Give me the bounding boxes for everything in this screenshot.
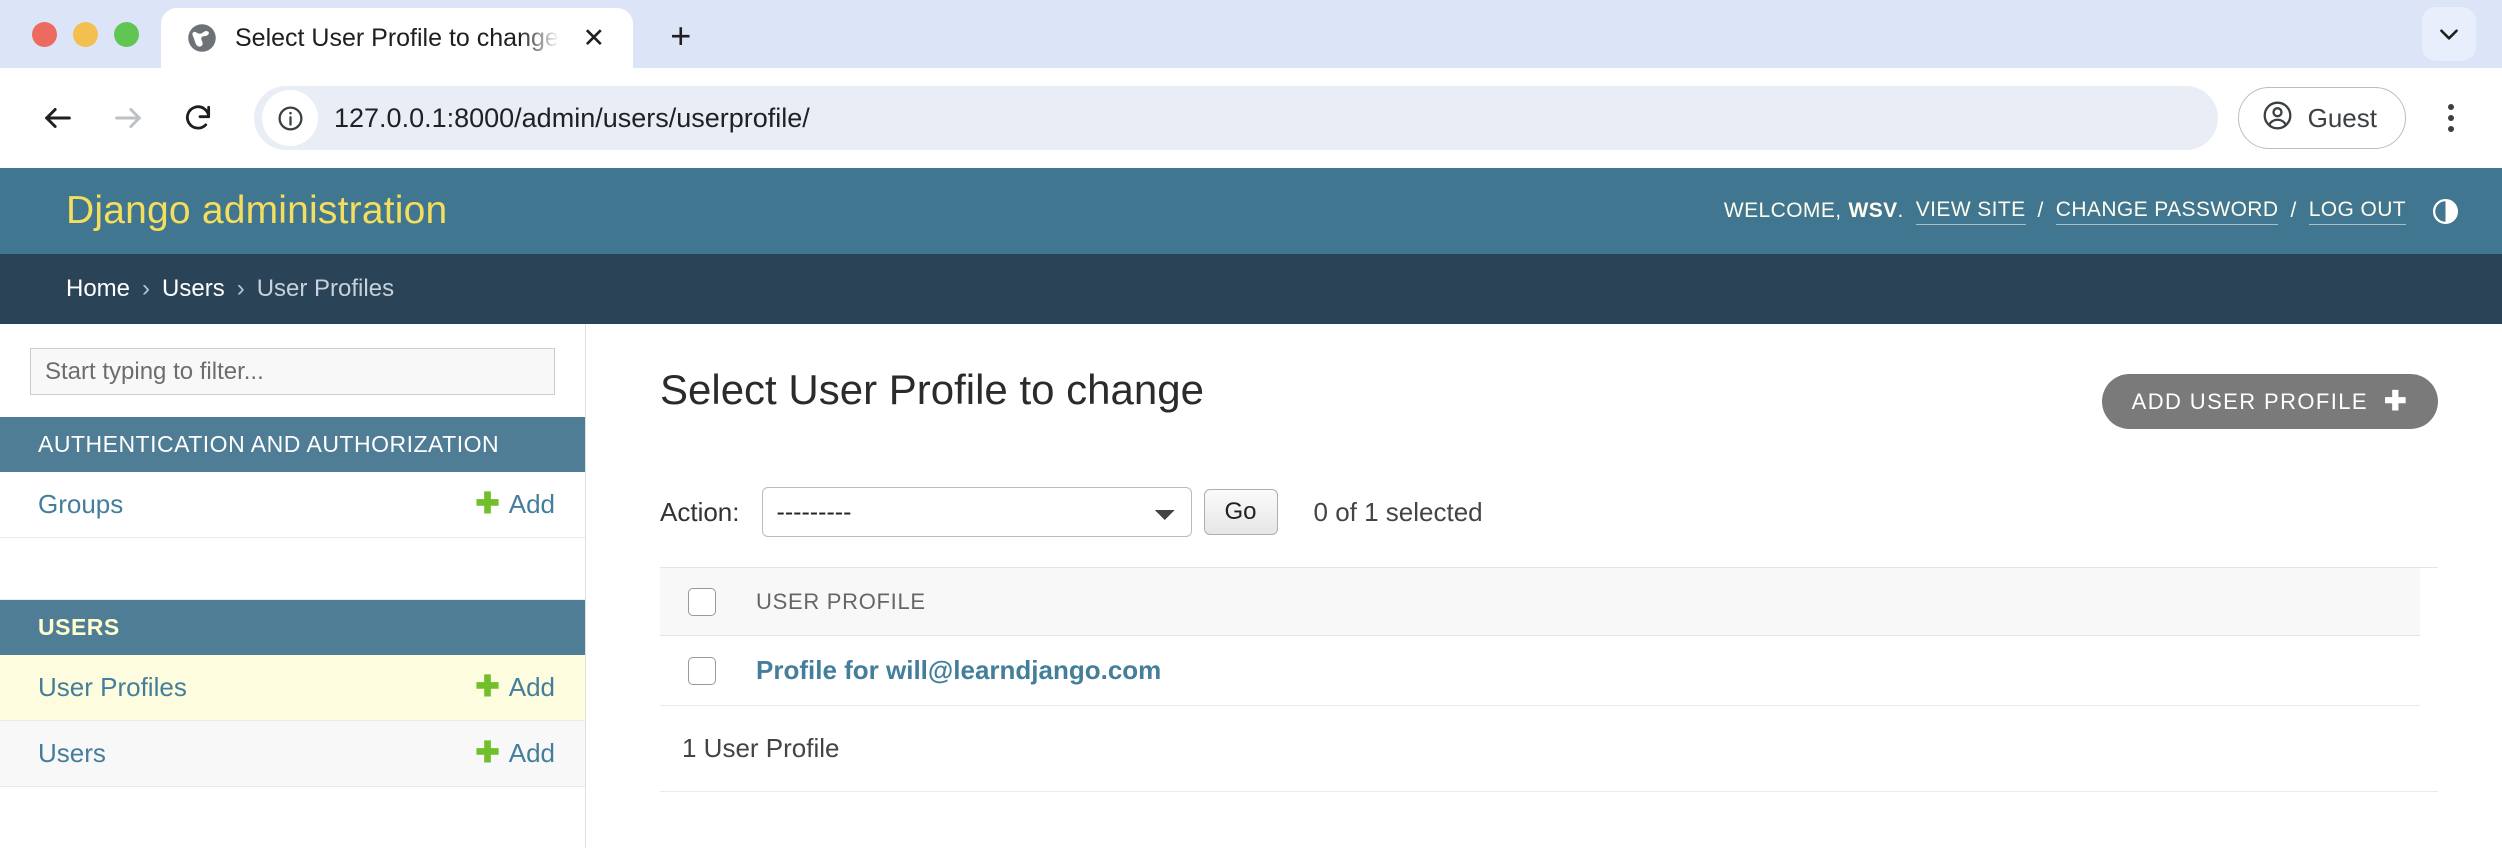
breadcrumb-separator-2: › xyxy=(236,275,245,302)
results-table: USER PROFILE Profile for will@learndjang… xyxy=(660,567,2438,792)
site-branding[interactable]: Django administration xyxy=(66,189,447,233)
sidebar-item-users[interactable]: Users ✚ Add xyxy=(0,721,585,787)
action-select[interactable]: --------- xyxy=(761,487,1192,537)
django-admin-page: Django administration WELCOME, WSV . VIE… xyxy=(0,168,2502,848)
sidebar-filter-wrap xyxy=(0,336,585,395)
action-label: Action: xyxy=(660,496,740,527)
breadcrumb-separator-1: › xyxy=(142,275,151,302)
chevron-down-icon[interactable] xyxy=(2422,7,2476,61)
back-button[interactable] xyxy=(26,86,90,150)
browser-toolbar: 127.0.0.1:8000/admin/users/userprofile/ … xyxy=(0,68,2502,168)
column-header-user-profile[interactable]: USER PROFILE xyxy=(756,589,926,615)
account-circle-icon xyxy=(2261,99,2294,137)
plus-icon: ✚ xyxy=(2383,386,2408,416)
forward-button[interactable] xyxy=(96,86,160,150)
sidebar-item-user-profiles[interactable]: User Profiles ✚ Add xyxy=(0,655,585,721)
select-all-checkbox[interactable] xyxy=(688,587,716,616)
breadcrumb-home[interactable]: Home xyxy=(66,275,130,303)
plus-icon: ✚ xyxy=(475,488,500,520)
content-header: Select User Profile to change ADD USER P… xyxy=(660,366,2438,429)
add-button-label: ADD USER PROFILE xyxy=(2131,388,2368,414)
selection-counter: 0 of 1 selected xyxy=(1313,496,1483,527)
django-header: Django administration WELCOME, WSV . VIE… xyxy=(0,168,2502,254)
table-footer: 1 User Profile xyxy=(660,706,2438,792)
sidebar-item-label[interactable]: Users xyxy=(38,738,106,769)
breadcrumb: Home › Users › User Profiles xyxy=(0,254,2502,324)
user-tools: WELCOME, WSV . VIEW SITE / CHANGE PASSWO… xyxy=(1724,196,2460,226)
new-tab-button[interactable]: + xyxy=(655,10,707,62)
sidebar-tail xyxy=(0,787,585,848)
sidebar-app-caption-auth[interactable]: AUTHENTICATION AND AUTHORIZATION xyxy=(0,417,585,472)
plus-icon: ✚ xyxy=(475,671,500,703)
link-separator-1: / xyxy=(2037,199,2044,222)
close-window-button[interactable] xyxy=(32,21,57,47)
go-button[interactable]: Go xyxy=(1203,489,1278,535)
window-controls xyxy=(18,0,161,68)
sidebar-group-spacer xyxy=(0,538,585,600)
minimize-window-button[interactable] xyxy=(73,21,98,47)
browser-window: Select User Profile to change ✕ + 127.0.… xyxy=(0,0,2502,848)
address-bar[interactable]: 127.0.0.1:8000/admin/users/userprofile/ xyxy=(254,86,2218,150)
sidebar-add-label[interactable]: Add xyxy=(509,738,555,769)
sidebar-item-label[interactable]: User Profiles xyxy=(38,672,187,703)
view-site-link[interactable]: VIEW SITE xyxy=(1915,198,2026,225)
table-header-row: USER PROFILE xyxy=(660,568,2420,636)
add-user-profile-button[interactable]: ADD USER PROFILE ✚ xyxy=(2101,374,2438,429)
welcome-period: . xyxy=(1897,199,1904,222)
page-title: Select User Profile to change xyxy=(660,366,1204,413)
link-separator-2: / xyxy=(2290,199,2297,222)
table-row[interactable]: Profile for will@learndjango.com xyxy=(660,636,2420,706)
sidebar-add-label[interactable]: Add xyxy=(509,672,555,703)
sidebar-add-groups[interactable]: ✚ Add xyxy=(475,489,555,520)
change-password-link[interactable]: CHANGE PASSWORD xyxy=(2055,198,2279,225)
sidebar-add-label[interactable]: Add xyxy=(509,489,555,520)
admin-sidebar: AUTHENTICATION AND AUTHORIZATION Groups … xyxy=(0,324,586,848)
breadcrumb-users[interactable]: Users xyxy=(162,275,225,303)
main-content: Select User Profile to change ADD USER P… xyxy=(586,324,2502,848)
username-text: WSV xyxy=(1848,199,1898,222)
sidebar-item-groups[interactable]: Groups ✚ Add xyxy=(0,472,585,538)
browser-tab-strip: Select User Profile to change ✕ + xyxy=(0,0,2502,68)
reload-icon[interactable] xyxy=(166,86,230,150)
page-body: AUTHENTICATION AND AUTHORIZATION Groups … xyxy=(0,324,2502,848)
theme-contrast-icon[interactable] xyxy=(2430,196,2460,226)
user-profile-link[interactable]: Profile for will@learndjango.com xyxy=(756,655,1161,686)
profile-button[interactable]: Guest xyxy=(2237,87,2406,149)
plus-icon: ✚ xyxy=(475,737,500,769)
browser-tab-title: Select User Profile to change xyxy=(235,23,559,52)
globe-icon xyxy=(187,23,217,53)
sidebar-add-users[interactable]: ✚ Add xyxy=(475,738,555,769)
sidebar-app-auth: AUTHENTICATION AND AUTHORIZATION Groups … xyxy=(0,417,585,600)
welcome-text: WELCOME, xyxy=(1723,199,1842,222)
sidebar-app-caption-users[interactable]: USERS xyxy=(0,600,585,655)
maximize-window-button[interactable] xyxy=(114,21,139,47)
profile-label: Guest xyxy=(2307,102,2377,133)
sidebar-item-label[interactable]: Groups xyxy=(38,489,123,520)
browser-tab-active[interactable]: Select User Profile to change ✕ xyxy=(161,8,633,68)
info-circle-icon[interactable] xyxy=(262,90,318,146)
close-icon[interactable]: ✕ xyxy=(577,21,611,55)
sidebar-add-user-profiles[interactable]: ✚ Add xyxy=(475,672,555,703)
row-select-checkbox[interactable] xyxy=(688,656,716,685)
result-count: 1 User Profile xyxy=(682,733,840,763)
breadcrumb-current: User Profiles xyxy=(256,275,395,302)
sidebar-app-users: USERS User Profiles ✚ Add Users ✚ Add xyxy=(0,600,585,848)
log-out-link[interactable]: LOG OUT xyxy=(2308,198,2406,225)
actions-bar: Action: --------- Go 0 of 1 selected xyxy=(660,487,2438,537)
url-text: 127.0.0.1:8000/admin/users/userprofile/ xyxy=(334,102,810,133)
sidebar-filter-input[interactable] xyxy=(30,348,555,395)
kebab-menu-icon[interactable] xyxy=(2422,89,2480,147)
